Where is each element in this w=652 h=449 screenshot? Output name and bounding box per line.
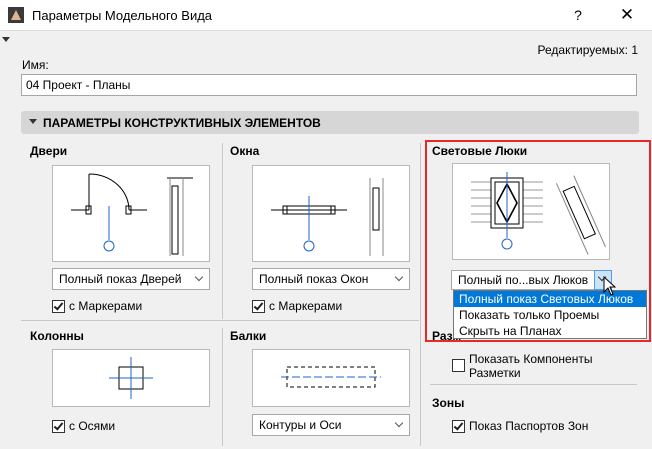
chevron-down-icon <box>394 272 404 282</box>
window-symbol-icon <box>271 178 384 256</box>
zones-title: Зоны <box>432 396 465 410</box>
doors-display-value: Полный показ Дверей <box>59 272 182 286</box>
option-hide-on-plans[interactable]: Скрыть на Планах <box>454 323 646 339</box>
name-input[interactable]: 04 Проект - Планы <box>21 74 637 96</box>
checkmark-icon <box>53 420 64 431</box>
app-icon <box>8 7 24 23</box>
windows-preview <box>252 165 410 262</box>
mouse-cursor-icon <box>603 276 617 296</box>
beams-display-value: Контуры и Оси <box>259 418 342 432</box>
beams-title: Балки <box>230 329 267 343</box>
window-title: Параметры Модельного Вида <box>32 8 213 23</box>
windows-display-dropdown[interactable]: Полный показ Окон <box>252 268 410 290</box>
collapse-arrow-icon[interactable] <box>2 37 10 42</box>
title-bar: Параметры Модельного Вида ? ✕ <box>0 0 652 31</box>
column-symbol-icon <box>109 357 153 399</box>
columns-axes-label: с Осями <box>69 419 116 433</box>
editable-count: Редактируемых: 1 <box>537 43 638 57</box>
divider <box>420 143 421 446</box>
doors-title: Двери <box>30 144 68 158</box>
divider <box>430 384 637 385</box>
option-openings-only[interactable]: Показать только Проемы <box>454 307 646 323</box>
beams-display-dropdown[interactable]: Контуры и Оси <box>252 414 410 436</box>
chevron-down-icon <box>194 272 204 282</box>
skylights-options-list[interactable]: Полный показ Световых Люков Показать тол… <box>453 290 647 339</box>
close-button[interactable]: ✕ <box>612 3 642 27</box>
chevron-down-icon <box>394 418 404 428</box>
name-label: Имя: <box>22 58 49 72</box>
section-title: ПАРАМЕТРЫ КОНСТРУКТИВНЫХ ЭЛЕМЕНТОВ <box>43 116 321 130</box>
columns-axes-checkbox[interactable] <box>52 420 65 433</box>
columns-title: Колонны <box>30 329 84 343</box>
help-button[interactable]: ? <box>566 3 590 27</box>
zones-stamps-label: Показ Паспортов Зон <box>469 419 589 433</box>
windows-markers-checkbox[interactable] <box>252 300 265 313</box>
checkmark-icon <box>453 420 464 431</box>
doors-preview <box>52 165 210 262</box>
windows-title: Окна <box>230 144 260 158</box>
divider <box>222 143 223 319</box>
checkmark-icon <box>253 300 264 311</box>
windows-display-value: Полный показ Окон <box>259 272 369 286</box>
doors-markers-label: с Маркерами <box>69 299 143 313</box>
checkmark-icon <box>53 300 64 311</box>
columns-preview <box>52 349 210 407</box>
beam-symbol-icon <box>281 366 381 388</box>
divider <box>222 328 223 446</box>
windows-markers-label: с Маркерами <box>269 299 343 313</box>
doors-markers-checkbox[interactable] <box>52 300 65 313</box>
option-full-skylights[interactable]: Полный показ Световых Люков <box>454 291 646 307</box>
markup-components-label: Показать Компоненты Разметки <box>469 352 593 380</box>
door-symbol-icon <box>71 173 193 256</box>
doors-display-dropdown[interactable]: Полный показ Дверей <box>52 268 210 290</box>
section-collapse-icon <box>29 119 37 124</box>
zones-stamps-checkbox[interactable] <box>452 420 465 433</box>
beams-preview <box>252 349 410 407</box>
divider <box>21 320 419 321</box>
section-header[interactable]: ПАРАМЕТРЫ КОНСТРУКТИВНЫХ ЭЛЕМЕНТОВ <box>21 111 639 134</box>
markup-components-checkbox[interactable] <box>452 359 465 372</box>
